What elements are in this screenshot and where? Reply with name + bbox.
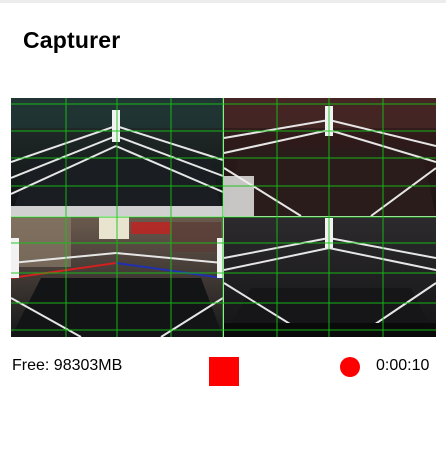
recording-indicator-icon [340, 357, 360, 377]
free-space-label: Free: 98303MB [12, 357, 123, 374]
stop-recording-button[interactable] [209, 357, 239, 386]
elapsed-time: 0:00:10 [376, 357, 430, 374]
camera-bottom-right [223, 217, 436, 337]
camera-top-right [223, 98, 436, 217]
camera-preview [11, 98, 436, 337]
app-title: Capturer [23, 27, 121, 53]
top-border [0, 0, 446, 3]
